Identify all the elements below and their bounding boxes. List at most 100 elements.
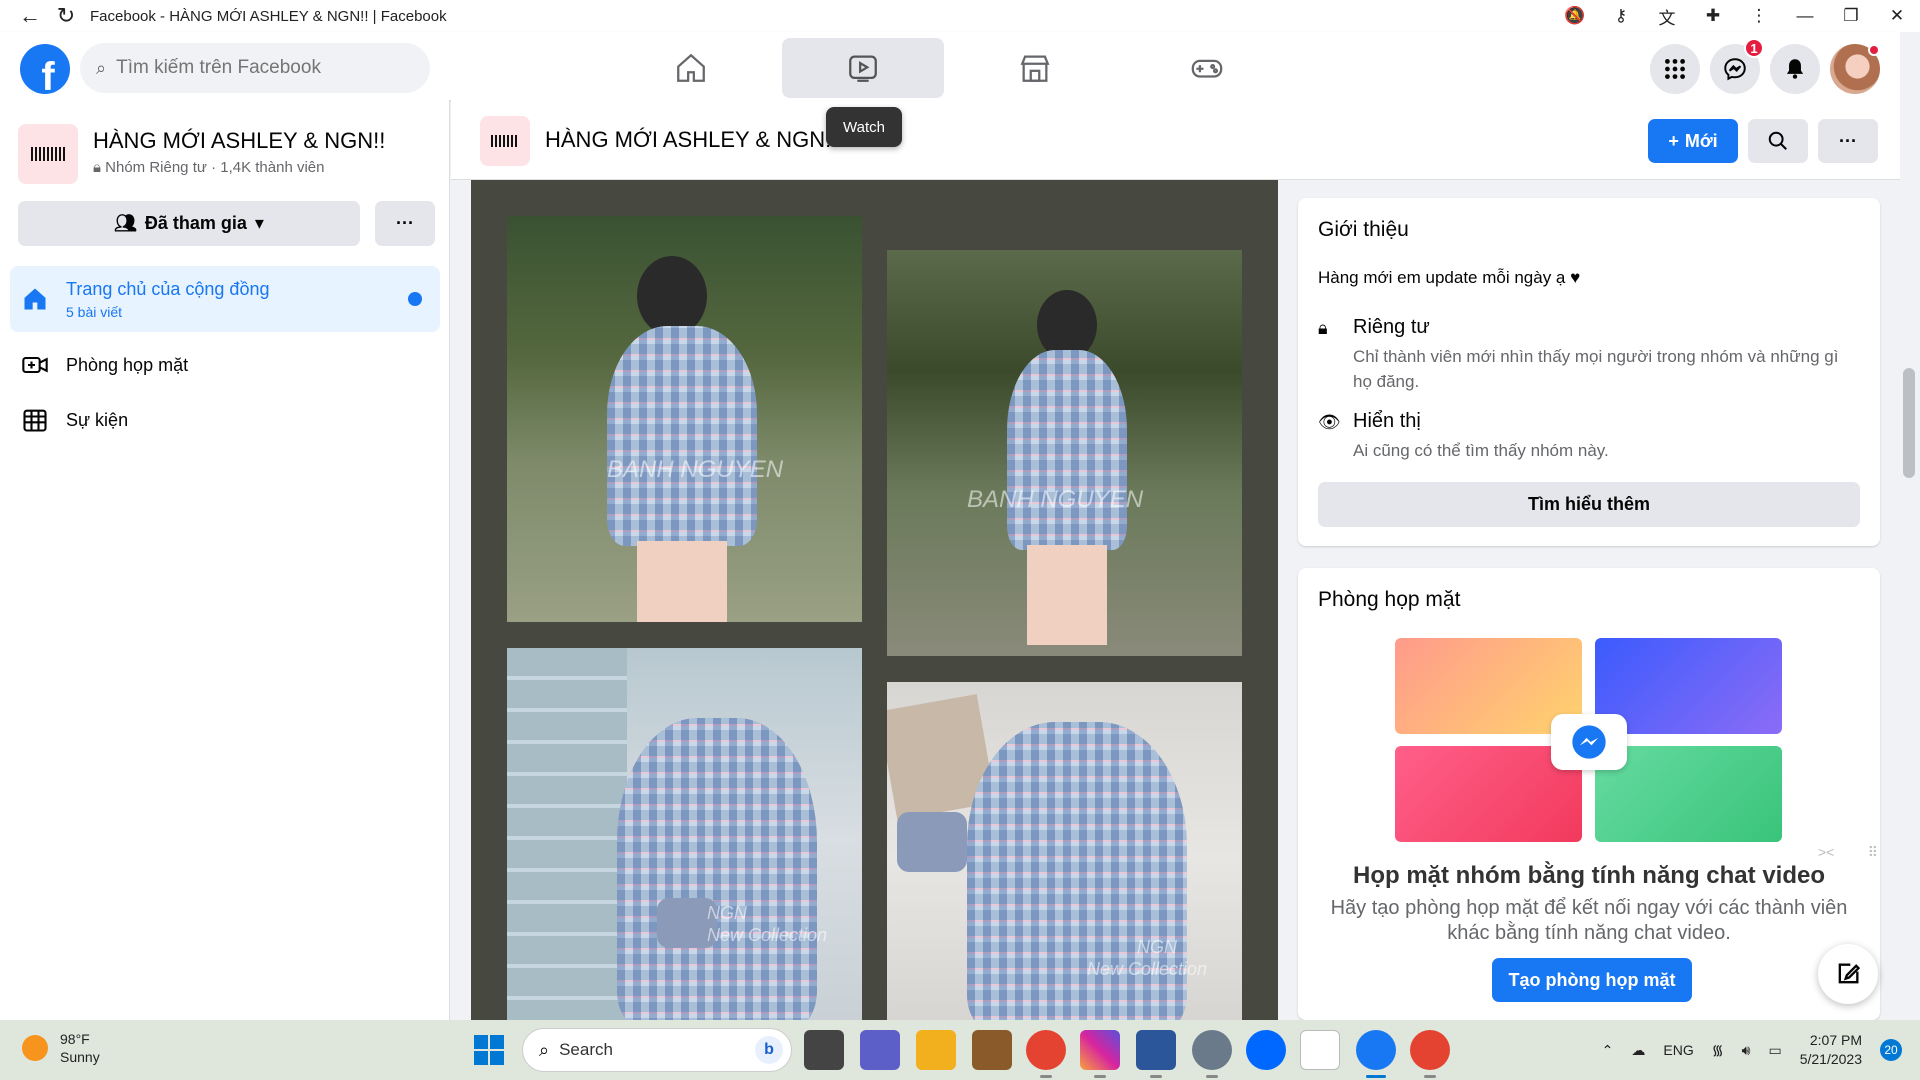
messenger-icon — [1724, 58, 1746, 81]
joined-button[interactable]: 👥︎ Đã tham gia ▾ — [18, 201, 360, 246]
notifications-button[interactable] — [1770, 44, 1820, 94]
dress-figure — [607, 326, 757, 546]
windows-taskbar: 98°F Sunny ⌕ Search b ⌃ ☁ ENG ᯾ 🔊︎ ▭ 2:0… — [0, 1020, 1920, 1080]
search-input[interactable] — [116, 57, 397, 79]
create-room-button[interactable]: Tạo phòng họp mặt — [1492, 958, 1692, 1002]
grip-icon: ⠿ — [1867, 843, 1878, 860]
taskbar-search[interactable]: ⌕ Search b — [522, 1028, 792, 1072]
new-message-button[interactable] — [1818, 944, 1878, 1004]
facebook-app-icon[interactable] — [1356, 1030, 1396, 1078]
post-photo[interactable]: NGN New Collection — [507, 648, 862, 1020]
reload-icon[interactable]: ↻ — [50, 0, 82, 32]
barcode-logo-icon — [31, 147, 65, 161]
group-header[interactable] — [18, 124, 78, 184]
post-photo[interactable]: BANH NGUYEN — [507, 216, 862, 622]
group-more-button[interactable]: ··· — [375, 201, 435, 246]
legs-figure — [637, 541, 727, 622]
lock-icon: 🔒︎ — [1318, 318, 1328, 338]
facebook-logo-icon[interactable]: f — [20, 44, 70, 94]
key-icon[interactable]: ⚷ — [1598, 0, 1644, 32]
search-icon — [1768, 131, 1787, 150]
language-indicator[interactable]: ENG — [1663, 1042, 1693, 1058]
word-icon[interactable] — [1136, 1030, 1176, 1078]
app-icon[interactable] — [972, 1030, 1012, 1070]
group-options-button[interactable]: ··· — [1818, 119, 1878, 163]
watermark: New Collection — [1087, 959, 1208, 979]
members-icon: 👥︎ — [114, 213, 137, 233]
running-indicator — [1150, 1075, 1162, 1078]
group-thumbnail-small[interactable] — [480, 116, 530, 166]
instagram-icon[interactable] — [1080, 1030, 1120, 1078]
video-room-icon — [18, 351, 52, 379]
facebook-search[interactable]: ⌕ — [80, 43, 430, 93]
weather-widget[interactable]: 98°F Sunny — [22, 1030, 100, 1066]
rooms-title: Phòng họp mặt — [1318, 588, 1461, 611]
tab-watch[interactable] — [782, 38, 944, 98]
learn-more-button[interactable]: Tìm hiểu thêm — [1318, 482, 1860, 527]
restore-icon[interactable]: ❐ — [1828, 0, 1874, 32]
menu-button[interactable] — [1650, 44, 1700, 94]
rooms-card: Phòng họp mặt Họp mặt nhóm bằng tính năn… — [1298, 568, 1880, 1020]
sidebar-item-events[interactable]: Sự kiện — [10, 395, 440, 445]
system-tray: ⌃ ☁ ENG ᯾ 🔊︎ ▭ 2:07 PM 5/21/2023 20 — [1602, 1020, 1902, 1080]
chrome-profile-n-icon[interactable] — [1410, 1030, 1450, 1078]
page-scrollbar[interactable] — [1900, 32, 1920, 1020]
clock-time: 2:07 PM — [1809, 1032, 1862, 1048]
file-icon[interactable] — [1300, 1030, 1340, 1070]
task-view-icon[interactable] — [804, 1030, 844, 1070]
new-post-button[interactable]: + Mới — [1648, 119, 1738, 163]
bell-icon — [1786, 59, 1804, 79]
scrollbar-thumb[interactable] — [1903, 368, 1915, 478]
post-photo[interactable]: BANH NGUYEN — [887, 250, 1242, 656]
menu-kebab-icon[interactable]: ⋮ — [1736, 0, 1782, 32]
clock-date: 5/21/2023 — [1799, 1051, 1862, 1067]
group-thumbnail[interactable] — [18, 124, 78, 184]
watermark: NGN — [707, 903, 747, 923]
group-sidebar: HÀNG MỚI ASHLEY & NGN!! 🔒︎ Nhóm Riêng tư… — [0, 100, 450, 1020]
minimize-icon[interactable]: — — [1782, 0, 1828, 32]
chevron-up-icon[interactable]: ⌃ — [1602, 1042, 1614, 1059]
settings-icon[interactable] — [1192, 1030, 1232, 1078]
tab-home[interactable] — [610, 38, 772, 98]
sidebar-item-label: Trang chủ của cộng đồng — [66, 278, 270, 299]
new-post-label: Mới — [1684, 130, 1718, 151]
tab-gaming[interactable] — [1126, 38, 1288, 98]
visibility-desc: Ai cũng có thể tìm thấy nhóm này. — [1353, 441, 1609, 460]
extensions-icon[interactable]: ✚ — [1690, 0, 1736, 32]
cloud-offline-icon[interactable]: ☁ — [1631, 1042, 1645, 1059]
running-indicator — [1424, 1075, 1436, 1078]
sidebar-item-community-home[interactable]: Trang chủ của cộng đồng 5 bài viết — [10, 266, 440, 332]
handbag-figure — [897, 812, 967, 872]
group-name[interactable]: HÀNG MỚI ASHLEY & NGN!! — [93, 128, 385, 154]
volume-icon[interactable]: 🔊︎ — [1742, 1042, 1751, 1059]
notification-count[interactable]: 20 — [1880, 1039, 1902, 1061]
close-icon[interactable]: ✕ — [1874, 0, 1920, 32]
tab-marketplace[interactable] — [954, 38, 1116, 98]
rooms-headline: Họp mặt nhóm bằng tính năng chat video — [1353, 862, 1825, 889]
messenger-button[interactable]: 1 — [1710, 38, 1764, 94]
group-bar-name[interactable]: HÀNG MỚI ASHLEY & NGN!! — [545, 127, 837, 153]
photo-post: BANH NGUYEN BANH NGUYEN NGN New Collecti… — [471, 180, 1278, 1020]
legs-figure — [1027, 545, 1107, 645]
wifi-icon[interactable]: ᯾ — [1712, 1041, 1724, 1060]
start-button[interactable] — [474, 1035, 504, 1065]
watch-tooltip: Watch — [826, 107, 902, 147]
clock[interactable]: 2:07 PM 5/21/2023 — [1800, 1031, 1862, 1069]
sidebar-item-rooms[interactable]: Phòng họp mặt — [10, 340, 440, 390]
teams-chat-icon[interactable] — [860, 1030, 900, 1070]
watermark: New Collection — [707, 925, 828, 945]
lock-icon: 🔒︎ — [93, 159, 101, 176]
group-sticky-bar: HÀNG MỚI ASHLEY & NGN!! + Mới ··· — [451, 100, 1900, 180]
file-explorer-icon[interactable] — [916, 1030, 956, 1070]
post-photo[interactable]: NGN New Collection — [887, 682, 1242, 1020]
chrome-profile-h-icon[interactable] — [1026, 1030, 1066, 1078]
translate-icon[interactable]: 文 — [1644, 0, 1690, 32]
messenger-rooms-icon — [1551, 714, 1627, 770]
profile-avatar[interactable] — [1830, 44, 1880, 94]
drag-handle[interactable]: >< ⠿ — [1818, 830, 1878, 874]
battery-icon[interactable]: ▭ — [1768, 1042, 1781, 1059]
mute-notifications-icon[interactable]: 🔕 — [1552, 0, 1598, 32]
zalo-icon[interactable] — [1246, 1030, 1286, 1070]
group-search-button[interactable] — [1748, 119, 1808, 163]
back-icon[interactable]: ← — [14, 0, 46, 32]
